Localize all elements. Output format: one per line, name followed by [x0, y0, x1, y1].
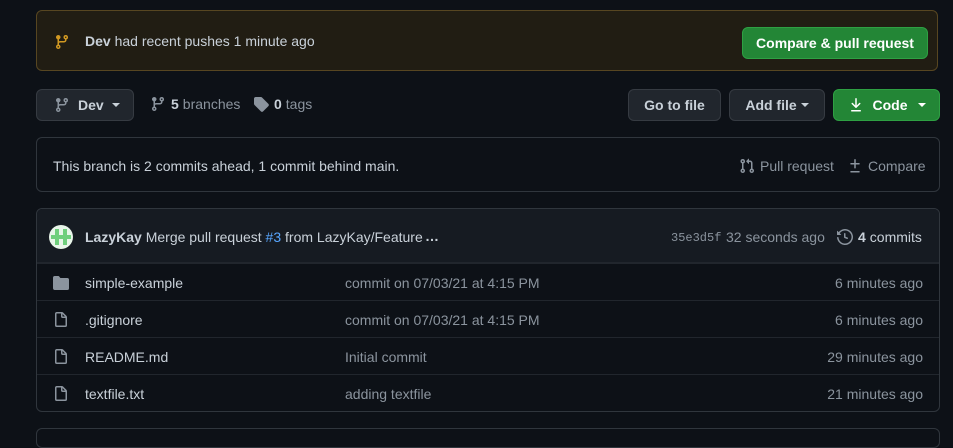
file-icon [53, 349, 69, 365]
add-file-label: Add file [745, 97, 797, 113]
git-branch-icon [54, 97, 70, 113]
tags-link[interactable]: 0 tags [253, 96, 312, 112]
branch-compare-box: This branch is 2 commits ahead, 1 commit… [36, 137, 940, 192]
commit-message-prefix[interactable]: Merge pull request [146, 229, 262, 245]
file-commit-message-link[interactable]: Initial commit [345, 349, 427, 365]
code-button[interactable]: Code [833, 89, 940, 121]
pull-request-label: Pull request [760, 158, 834, 174]
go-to-file-button[interactable]: Go to file [628, 89, 721, 121]
latest-commit-message: LazyKay Merge pull request #3 from LazyK… [85, 229, 423, 245]
banner-text: had recent pushes 1 minute ago [114, 33, 315, 49]
download-icon [848, 97, 864, 113]
tags-label: tags [285, 96, 313, 112]
file-name-link[interactable]: simple-example [85, 275, 183, 291]
file-commit-message-link[interactable]: commit on 07/03/21 at 4:15 PM [345, 275, 540, 291]
file-name-link[interactable]: .gitignore [85, 312, 143, 328]
commit-time: 32 seconds ago [726, 229, 825, 245]
file-row[interactable]: simple-example commit on 07/03/21 at 4:1… [37, 263, 939, 300]
commits-label: commits [869, 229, 922, 245]
git-branch-icon [54, 34, 70, 50]
compare-link[interactable]: Compare [847, 158, 926, 174]
file-row[interactable]: .gitignore commit on 07/03/21 at 4:15 PM… [37, 300, 939, 337]
branches-link[interactable]: 5 branches [150, 96, 240, 112]
banner-message: Dev had recent pushes 1 minute ago [85, 33, 315, 49]
banner-branch[interactable]: Dev [85, 33, 111, 49]
pull-request-ref-link[interactable]: #3 [266, 229, 282, 245]
file-age: 29 minutes ago [827, 349, 923, 365]
file-age: 21 minutes ago [827, 386, 923, 402]
pull-request-link[interactable]: Pull request [739, 158, 834, 174]
file-icon [53, 386, 69, 402]
expand-commit-message-button[interactable]: … [425, 228, 440, 244]
file-list: LazyKay Merge pull request #3 from LazyK… [36, 208, 940, 412]
file-age: 6 minutes ago [835, 275, 923, 291]
branch-selector[interactable]: Dev [36, 89, 134, 121]
file-name-link[interactable]: README.md [85, 349, 168, 365]
tags-count: 0 [274, 96, 282, 112]
git-pull-request-icon [739, 158, 755, 174]
commit-author-link[interactable]: LazyKay [85, 229, 142, 245]
add-file-button[interactable]: Add file [729, 89, 825, 121]
history-icon [837, 229, 853, 245]
chevron-down-icon [917, 103, 926, 107]
commits-count: 4 [858, 229, 866, 245]
commits-history-link[interactable]: 4 commits [837, 229, 922, 245]
branches-count: 5 [171, 96, 179, 112]
readme-box [36, 428, 940, 448]
diff-icon [847, 158, 863, 174]
branch-selector-label: Dev [78, 97, 104, 113]
file-commit-message-link[interactable]: commit on 07/03/21 at 4:15 PM [345, 312, 540, 328]
compare-label: Compare [868, 158, 926, 174]
file-row[interactable]: README.md Initial commit 29 minutes ago [37, 337, 939, 374]
file-name-link[interactable]: textfile.txt [85, 386, 144, 402]
branch-status-text: This branch is 2 commits ahead, 1 commit… [53, 158, 400, 174]
recent-push-banner: Dev had recent pushes 1 minute ago Compa… [36, 10, 938, 71]
chevron-down-icon [111, 103, 120, 107]
branches-label: branches [182, 96, 241, 112]
tag-icon [253, 96, 269, 112]
file-row[interactable]: textfile.txt adding textfile 21 minutes … [37, 374, 939, 411]
git-branch-icon [150, 96, 166, 112]
latest-commit-header: LazyKay Merge pull request #3 from LazyK… [37, 209, 939, 263]
file-commit-message-link[interactable]: adding textfile [345, 386, 431, 402]
file-age: 6 minutes ago [835, 312, 923, 328]
avatar[interactable] [49, 225, 73, 249]
file-icon [53, 312, 69, 328]
commit-sha-link[interactable]: 35e3d5f [671, 231, 721, 245]
compare-pull-request-button[interactable]: Compare & pull request [742, 27, 928, 59]
commit-message-suffix[interactable]: from LazyKay/Feature [285, 229, 423, 245]
code-button-label: Code [872, 97, 908, 113]
chevron-down-icon [800, 103, 809, 107]
folder-icon [53, 275, 69, 291]
